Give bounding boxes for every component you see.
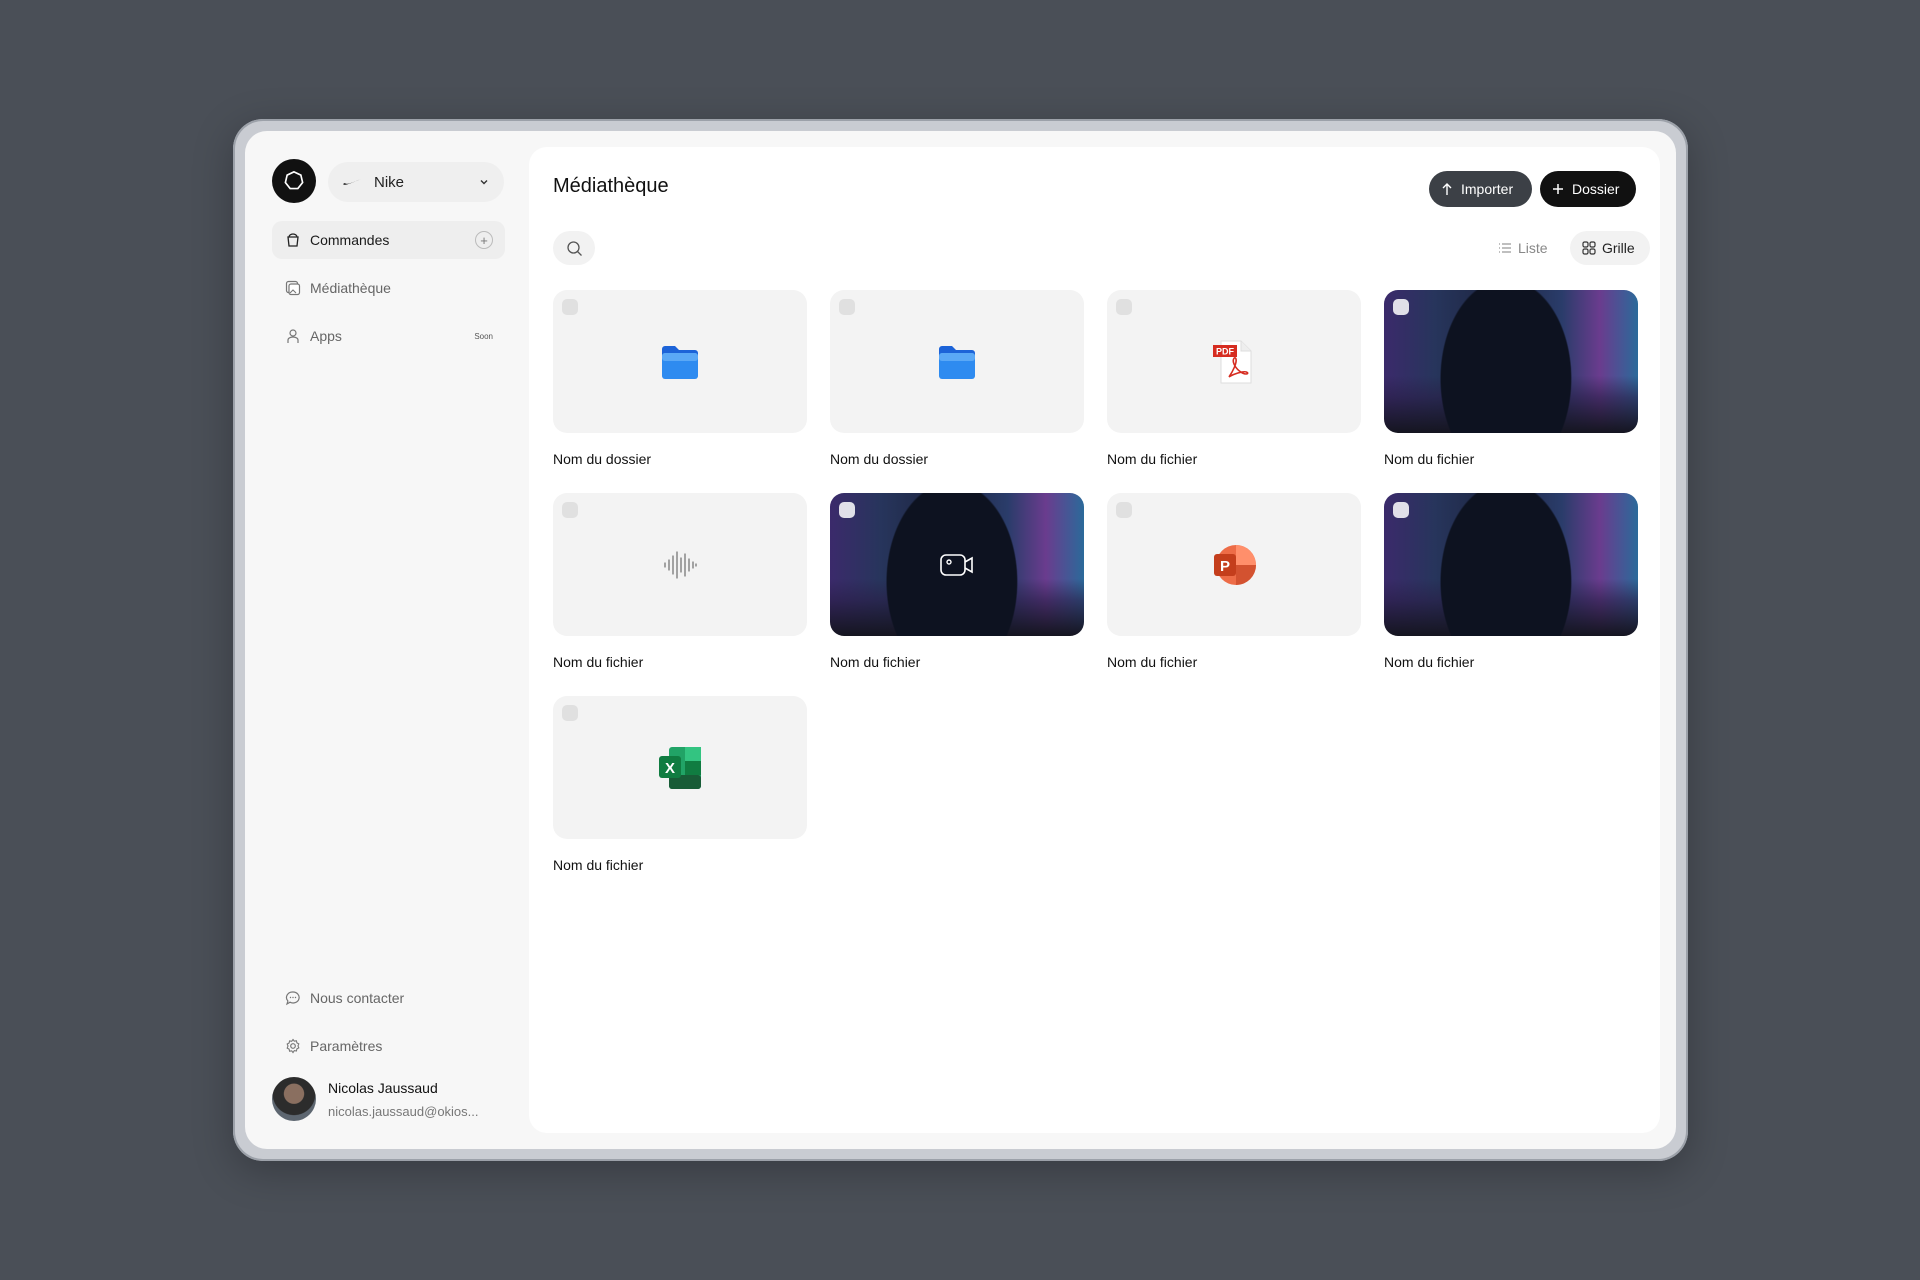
media-icon xyxy=(284,279,302,297)
list-icon xyxy=(1498,242,1512,254)
sidebar-item-label: Apps xyxy=(310,328,342,344)
sidebar-item-label: Paramètres xyxy=(310,1038,383,1054)
media-card-powerpoint[interactable]: P Nom du fichier xyxy=(1107,493,1361,670)
add-commande-button[interactable]: + xyxy=(475,231,493,249)
media-card-video[interactable]: Nom du fichier xyxy=(830,493,1084,670)
media-card-audio[interactable]: Nom du fichier xyxy=(553,493,807,670)
sidebar-item-label: Commandes xyxy=(310,232,390,248)
media-card-excel[interactable]: X Nom du fichier xyxy=(553,696,807,873)
sidebar-item-commandes[interactable]: Commandes + xyxy=(272,221,505,259)
search-icon xyxy=(566,240,582,256)
select-checkbox[interactable] xyxy=(839,299,855,315)
select-checkbox[interactable] xyxy=(1393,502,1409,518)
select-checkbox[interactable] xyxy=(1393,299,1409,315)
image-thumbnail xyxy=(1384,493,1638,636)
select-checkbox[interactable] xyxy=(1116,299,1132,315)
view-grid-toggle[interactable]: Grille xyxy=(1570,231,1650,265)
card-label: Nom du fichier xyxy=(1384,451,1475,467)
user-profile[interactable]: Nicolas Jaussaud nicolas.jaussaud@okios.… xyxy=(272,1077,488,1121)
select-checkbox[interactable] xyxy=(562,705,578,721)
search-button[interactable] xyxy=(553,231,595,265)
heptagon-icon xyxy=(284,170,304,190)
sidebar-item-mediatheque[interactable]: Médiathèque xyxy=(272,269,505,307)
image-thumbnail xyxy=(1384,290,1638,433)
powerpoint-icon: P xyxy=(1214,544,1256,585)
folder-icon xyxy=(662,345,698,379)
media-card-folder[interactable]: Nom du dossier xyxy=(553,290,807,467)
card-label: Nom du dossier xyxy=(830,451,929,467)
excel-icon: X xyxy=(659,746,701,789)
view-grid-label: Grille xyxy=(1602,240,1635,256)
video-camera-icon xyxy=(940,553,973,576)
bucket-icon xyxy=(284,231,302,249)
user-email: nicolas.jaussaud@okios... xyxy=(328,1103,479,1119)
select-checkbox[interactable] xyxy=(839,502,855,518)
sidebar: Nike Commandes + Médiathèque Apps Soon N… xyxy=(245,131,529,1149)
card-label: Nom du fichier xyxy=(553,857,644,873)
avatar xyxy=(272,1077,316,1121)
card-label: Nom du fichier xyxy=(553,654,644,670)
arrow-up-icon xyxy=(1441,182,1453,196)
main-panel: Médiathèque Importer Dossier Liste Grill… xyxy=(529,147,1660,1133)
card-label: Nom du fichier xyxy=(1384,654,1475,670)
media-card-pdf[interactable]: PDF Nom du fichier xyxy=(1107,290,1361,467)
workspace-name: Nike xyxy=(374,173,405,191)
nike-swoosh-icon xyxy=(343,179,361,185)
gear-icon xyxy=(284,1037,302,1055)
import-button[interactable]: Importer xyxy=(1429,171,1532,207)
card-thumbnail xyxy=(830,290,1084,433)
folder-label: Dossier xyxy=(1572,181,1620,197)
select-checkbox[interactable] xyxy=(562,299,578,315)
sidebar-item-apps[interactable]: Apps Soon xyxy=(272,317,505,355)
card-label: Nom du fichier xyxy=(1107,654,1198,670)
card-thumbnail: X xyxy=(553,696,807,839)
user-name: Nicolas Jaussaud xyxy=(328,1079,438,1096)
plus-icon xyxy=(1552,183,1564,195)
soon-badge: Soon xyxy=(474,331,493,341)
folder-icon xyxy=(939,345,975,379)
card-thumbnail: PDF xyxy=(1107,290,1361,433)
audio-waveform-icon xyxy=(664,550,697,579)
media-card-folder[interactable]: Nom du dossier xyxy=(830,290,1084,467)
app-window: Nike Commandes + Médiathèque Apps Soon N… xyxy=(245,131,1676,1149)
pdf-file-icon: PDF xyxy=(1213,340,1252,383)
add-folder-button[interactable]: Dossier xyxy=(1540,171,1636,207)
pdf-badge-text: PDF xyxy=(1216,346,1235,356)
view-list-label: Liste xyxy=(1518,240,1548,256)
sidebar-item-settings[interactable]: Paramètres xyxy=(272,1027,505,1065)
card-thumbnail xyxy=(553,493,807,636)
excel-badge-text: X xyxy=(665,760,675,777)
video-thumbnail xyxy=(830,493,1084,636)
chat-bubble-icon xyxy=(284,989,302,1007)
powerpoint-badge-text: P xyxy=(1220,558,1230,575)
workspace-selector[interactable]: Nike xyxy=(328,162,504,202)
view-list-toggle[interactable]: Liste xyxy=(1486,231,1560,265)
media-card-image[interactable]: Nom du fichier xyxy=(1384,493,1638,670)
import-label: Importer xyxy=(1461,181,1514,197)
card-thumbnail: P xyxy=(1107,493,1361,636)
sidebar-item-label: Nous contacter xyxy=(310,990,405,1006)
sidebar-item-label: Médiathèque xyxy=(310,280,391,296)
chevron-down-icon xyxy=(480,180,488,185)
app-logo[interactable] xyxy=(272,159,316,203)
select-checkbox[interactable] xyxy=(1116,502,1132,518)
select-checkbox[interactable] xyxy=(562,502,578,518)
card-label: Nom du dossier xyxy=(553,451,652,467)
card-thumbnail xyxy=(553,290,807,433)
page-title: Médiathèque xyxy=(553,175,669,197)
card-label: Nom du fichier xyxy=(1107,451,1198,467)
person-icon xyxy=(284,327,302,345)
sidebar-item-contact[interactable]: Nous contacter xyxy=(272,979,505,1017)
card-label: Nom du fichier xyxy=(830,654,921,670)
grid-icon xyxy=(1582,241,1596,255)
media-card-image[interactable]: Nom du fichier xyxy=(1384,290,1638,467)
